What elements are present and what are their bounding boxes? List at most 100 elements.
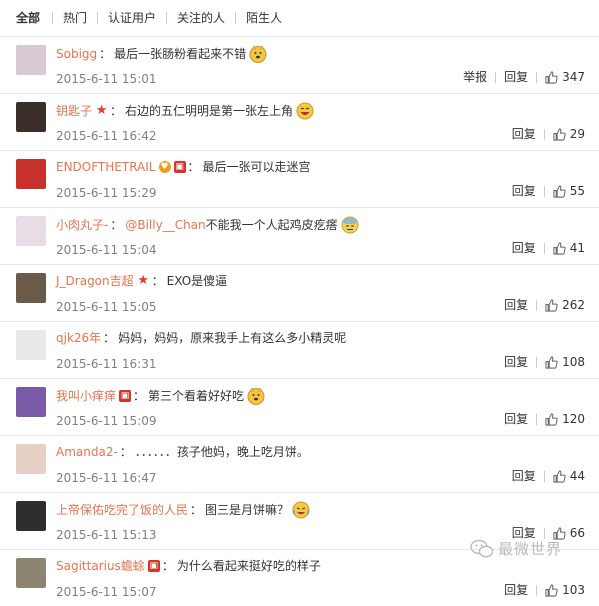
- comment-time: 2015-6-11 16:31: [56, 357, 157, 371]
- like-count: 120: [562, 412, 585, 426]
- reply-button[interactable]: 回复: [496, 298, 536, 312]
- avatar[interactable]: [16, 273, 46, 303]
- gift-badge-icon: ▣: [173, 161, 186, 173]
- tab-hot[interactable]: 热门: [53, 11, 97, 25]
- comment-text: 右边的五仁明明是第一张左上角: [125, 104, 294, 118]
- comment-item: 钥匙子 ★：右边的五仁明明是第一张左上角 2015-6-11 16:42 回复 29: [0, 94, 599, 151]
- avatar[interactable]: [16, 444, 46, 474]
- comment-line: 钥匙子 ★：右边的五仁明明是第一张左上角: [56, 102, 314, 120]
- avatar[interactable]: [16, 330, 46, 360]
- comment-time: 2015-6-11 16:42: [56, 129, 157, 143]
- tab-all[interactable]: 全部: [0, 11, 52, 25]
- thumbs-up-icon: [545, 412, 558, 426]
- comment-item: Sobigg：最后一张肠粉看起来不错 2015-6-11 15:01 举报 回复 347: [0, 37, 599, 94]
- thumbs-up-icon: [553, 469, 566, 483]
- separator: ：: [119, 445, 132, 459]
- comment-line: Sagittarius蟾蜍 ▣：为什么看起来挺好吃的样子: [56, 558, 321, 574]
- reply-button[interactable]: 回复: [496, 355, 536, 369]
- username-link[interactable]: Amanda2-: [56, 444, 118, 460]
- username-link[interactable]: Sagittarius蟾蜍: [56, 558, 145, 574]
- avatar[interactable]: [16, 45, 46, 75]
- avatar[interactable]: [16, 216, 46, 246]
- username-link[interactable]: Sobigg: [56, 46, 97, 62]
- reply-button[interactable]: 回复: [496, 412, 536, 426]
- separator: ：: [190, 503, 203, 517]
- like-button[interactable]: 347: [537, 70, 585, 84]
- like-count: 41: [569, 241, 585, 255]
- thumbs-up-icon: [545, 70, 558, 84]
- like-count: 29: [569, 127, 585, 141]
- star-badge-icon: ★: [95, 103, 108, 118]
- avatar[interactable]: [16, 501, 46, 531]
- watermark: 最微世界: [470, 538, 562, 559]
- reply-button[interactable]: 回复: [504, 469, 544, 483]
- like-button[interactable]: 103: [537, 583, 585, 597]
- like-button[interactable]: 44: [545, 469, 585, 483]
- gift-badge-icon: ▣: [119, 390, 132, 402]
- like-count: 66: [569, 526, 585, 540]
- comment-actions: 举报 回复 347: [455, 70, 585, 84]
- separator: ：: [161, 559, 174, 573]
- comment-list: Sobigg：最后一张肠粉看起来不错 2015-6-11 15:01 举报 回复 347…: [0, 37, 599, 606]
- separator: ：: [99, 47, 112, 61]
- reply-button[interactable]: 回复: [496, 583, 536, 597]
- comment-text: 第三个看着好好吃: [148, 389, 245, 403]
- avatar[interactable]: [16, 159, 46, 189]
- separator: ：: [110, 218, 123, 232]
- like-button[interactable]: 120: [537, 412, 585, 426]
- comment-line: 上帝保佑吃完了饭的人民：图三是月饼嘛？: [56, 501, 310, 519]
- reply-button[interactable]: 回复: [504, 184, 544, 198]
- comment-line: ENDOFTHETRAIL ♥ ▣：最后一张可以走迷宫: [56, 159, 311, 175]
- like-count: 103: [562, 583, 585, 597]
- like-button[interactable]: 29: [545, 127, 585, 141]
- tab-following[interactable]: 关注的人: [167, 11, 235, 25]
- tab-strangers[interactable]: 陌生人: [236, 11, 292, 25]
- avatar[interactable]: [16, 558, 46, 588]
- comment-actions: 回复 120: [496, 412, 585, 426]
- comment-time: 2015-6-11 15:01: [56, 72, 157, 86]
- username-link[interactable]: 上帝保佑吃完了饭的人民: [56, 502, 188, 518]
- username-link[interactable]: 钥匙子: [56, 103, 92, 119]
- like-button[interactable]: 55: [545, 184, 585, 198]
- report-button[interactable]: 举报: [455, 70, 495, 84]
- like-count: 44: [569, 469, 585, 483]
- comment-text: 最后一张可以走迷宫: [202, 160, 311, 174]
- comment-line: qjk26年：妈妈，妈妈，原来我手上有这么多小精灵呢: [56, 330, 346, 346]
- separator: ：: [133, 389, 146, 403]
- comment-actions: 回复 103: [496, 583, 585, 597]
- comment-text: 为什么看起来挺好吃的样子: [176, 559, 321, 573]
- comment-time: 2015-6-11 15:07: [56, 585, 157, 599]
- comment-text: 最后一张肠粉看起来不错: [114, 47, 247, 61]
- mention-link[interactable]: @Billy__Chan: [125, 217, 205, 233]
- comment-actions: 回复 55: [504, 184, 585, 198]
- avatar[interactable]: [16, 387, 46, 417]
- username-link[interactable]: qjk26年: [56, 330, 101, 346]
- username-link[interactable]: J_Dragon吉超: [56, 273, 134, 289]
- username-link[interactable]: ENDOFTHETRAIL: [56, 159, 156, 175]
- comment-line: 小肉丸子-： @Billy__Chan 不能我一个人起鸡皮疙瘩: [56, 216, 359, 234]
- like-button[interactable]: 262: [537, 298, 585, 312]
- watermark-text: 最微世界: [498, 540, 563, 558]
- comment-text: 妈妈，妈妈，原来我手上有这么多小精灵呢: [118, 331, 347, 345]
- like-count: 108: [562, 355, 585, 369]
- comment-actions: 回复 41: [504, 241, 585, 255]
- like-count: 347: [562, 70, 585, 84]
- avatar[interactable]: [16, 102, 46, 132]
- comment-time: 2015-6-11 15:29: [56, 186, 157, 200]
- username-link[interactable]: 小肉丸子-: [56, 217, 108, 233]
- doge-icon: [249, 45, 267, 63]
- comment-time: 2015-6-11 15:09: [56, 414, 157, 428]
- like-button[interactable]: 108: [537, 355, 585, 369]
- reply-button[interactable]: 回复: [496, 70, 536, 84]
- reply-button[interactable]: 回复: [504, 241, 544, 255]
- comment-filter-tabs: 全部 热门 认证用户 关注的人 陌生人: [0, 0, 599, 36]
- comment-line: J_Dragon吉超 ★： EXO是傻逼: [56, 273, 227, 289]
- star-badge-icon: ★: [137, 273, 149, 288]
- like-button[interactable]: 41: [545, 241, 585, 255]
- username-link[interactable]: 我叫小痒痒: [56, 388, 116, 404]
- reply-button[interactable]: 回复: [504, 127, 544, 141]
- thumbs-up-icon: [553, 184, 566, 198]
- tab-verified-users[interactable]: 认证用户: [98, 11, 166, 25]
- laugh-icon: [296, 102, 314, 120]
- thumbs-up-icon: [545, 298, 558, 312]
